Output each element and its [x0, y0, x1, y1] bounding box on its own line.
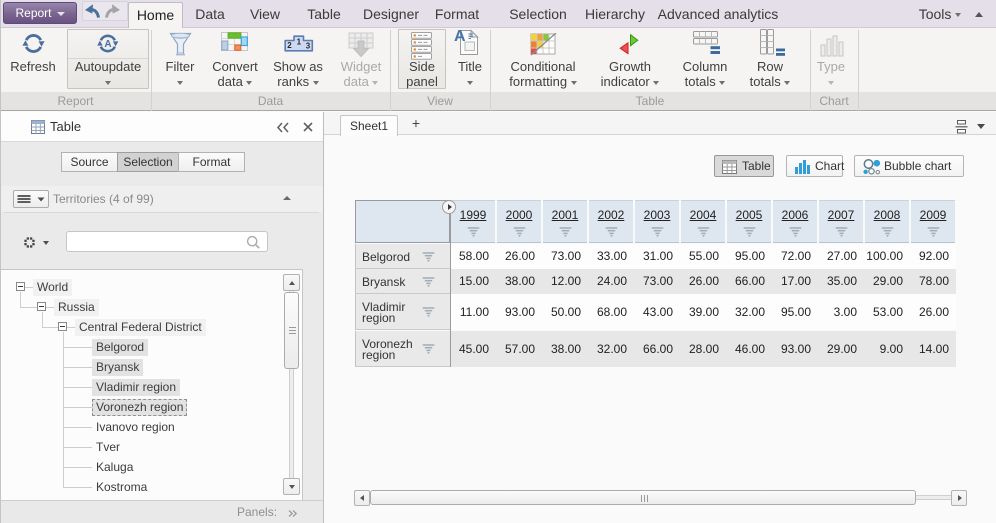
svg-text:2: 2	[287, 41, 292, 50]
svg-text:1: 1	[297, 38, 302, 47]
svg-text:A: A	[454, 28, 466, 45]
svg-text:A: A	[104, 39, 111, 50]
svg-text:3: 3	[306, 42, 311, 51]
